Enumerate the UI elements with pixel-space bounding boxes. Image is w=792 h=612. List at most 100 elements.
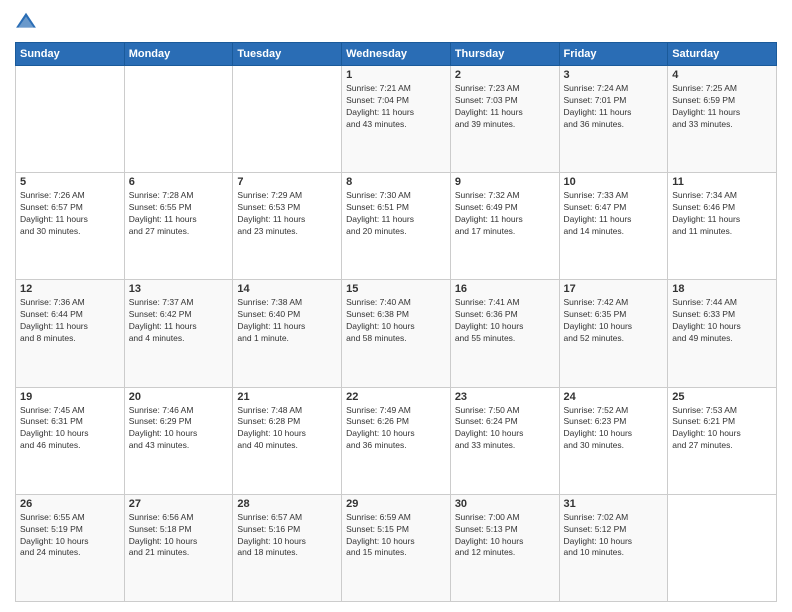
calendar-cell: 26 Sunrise: 6:55 AM Sunset: 5:19 PM Dayli… — [16, 494, 125, 601]
calendar-week-2: 12Sunrise: 7:36 AM Sunset: 6:44 PM Dayli… — [16, 280, 777, 387]
calendar-cell: 30 Sunrise: 7:00 AM Sunset: 5:13 PM Dayli… — [450, 494, 559, 601]
day-number: 31 — [564, 498, 664, 510]
calendar-week-1: 5 Sunrise: 7:26 AM Sunset: 6:57 PM Daylig… — [16, 173, 777, 280]
day-info: Sunrise: 7:29 AM Sunset: 6:53 PM Dayligh… — [237, 190, 337, 238]
calendar-cell: 20 Sunrise: 7:46 AM Sunset: 6:29 PM Dayli… — [124, 387, 233, 494]
day-number: 26 — [20, 498, 120, 510]
day-info: Sunrise: 6:55 AM Sunset: 5:19 PM Dayligh… — [20, 512, 120, 560]
calendar-table: SundayMondayTuesdayWednesdayThursdayFrid… — [15, 42, 777, 602]
calendar-cell: 6 Sunrise: 7:28 AM Sunset: 6:55 PM Daylig… — [124, 173, 233, 280]
day-number: 13 — [129, 283, 229, 295]
day-number: 28 — [237, 498, 337, 510]
day-number: 6 — [129, 176, 229, 188]
calendar-cell: 5 Sunrise: 7:26 AM Sunset: 6:57 PM Daylig… — [16, 173, 125, 280]
day-header-tuesday: Tuesday — [233, 43, 342, 66]
day-number: 9 — [455, 176, 555, 188]
calendar-cell: 10Sunrise: 7:33 AM Sunset: 6:47 PM Dayli… — [559, 173, 668, 280]
day-info: Sunrise: 7:48 AM Sunset: 6:28 PM Dayligh… — [237, 405, 337, 453]
day-info: Sunrise: 7:30 AM Sunset: 6:51 PM Dayligh… — [346, 190, 446, 238]
calendar-cell — [16, 66, 125, 173]
day-info: Sunrise: 7:00 AM Sunset: 5:13 PM Dayligh… — [455, 512, 555, 560]
calendar-cell: 22 Sunrise: 7:49 AM Sunset: 6:26 PM Dayli… — [342, 387, 451, 494]
day-number: 24 — [564, 391, 664, 403]
day-info: Sunrise: 7:23 AM Sunset: 7:03 PM Dayligh… — [455, 83, 555, 131]
day-info: Sunrise: 7:21 AM Sunset: 7:04 PM Dayligh… — [346, 83, 446, 131]
day-number: 12 — [20, 283, 120, 295]
day-info: Sunrise: 6:57 AM Sunset: 5:16 PM Dayligh… — [237, 512, 337, 560]
day-info: Sunrise: 7:32 AM Sunset: 6:49 PM Dayligh… — [455, 190, 555, 238]
calendar-cell: 21 Sunrise: 7:48 AM Sunset: 6:28 PM Dayli… — [233, 387, 342, 494]
day-number: 15 — [346, 283, 446, 295]
day-info: Sunrise: 7:26 AM Sunset: 6:57 PM Dayligh… — [20, 190, 120, 238]
day-number: 17 — [564, 283, 664, 295]
day-number: 4 — [672, 69, 772, 81]
day-info: Sunrise: 6:56 AM Sunset: 5:18 PM Dayligh… — [129, 512, 229, 560]
calendar-cell — [668, 494, 777, 601]
day-number: 18 — [672, 283, 772, 295]
day-header-thursday: Thursday — [450, 43, 559, 66]
calendar-cell: 1 Sunrise: 7:21 AM Sunset: 7:04 PM Daylig… — [342, 66, 451, 173]
page: SundayMondayTuesdayWednesdayThursdayFrid… — [0, 0, 792, 612]
day-info: Sunrise: 7:44 AM Sunset: 6:33 PM Dayligh… — [672, 297, 772, 345]
calendar-cell: 2Sunrise: 7:23 AM Sunset: 7:03 PM Daylig… — [450, 66, 559, 173]
calendar-cell: 14 Sunrise: 7:38 AM Sunset: 6:40 PM Dayli… — [233, 280, 342, 387]
day-header-wednesday: Wednesday — [342, 43, 451, 66]
calendar-cell: 29 Sunrise: 6:59 AM Sunset: 5:15 PM Dayli… — [342, 494, 451, 601]
day-info: Sunrise: 7:49 AM Sunset: 6:26 PM Dayligh… — [346, 405, 446, 453]
calendar-week-0: 1 Sunrise: 7:21 AM Sunset: 7:04 PM Daylig… — [16, 66, 777, 173]
day-number: 23 — [455, 391, 555, 403]
day-number: 30 — [455, 498, 555, 510]
calendar-cell: 31Sunrise: 7:02 AM Sunset: 5:12 PM Dayli… — [559, 494, 668, 601]
calendar-cell — [124, 66, 233, 173]
calendar-cell: 24 Sunrise: 7:52 AM Sunset: 6:23 PM Dayli… — [559, 387, 668, 494]
header — [15, 10, 777, 34]
day-number: 22 — [346, 391, 446, 403]
day-info: Sunrise: 7:52 AM Sunset: 6:23 PM Dayligh… — [564, 405, 664, 453]
day-header-sunday: Sunday — [16, 43, 125, 66]
calendar-cell: 18 Sunrise: 7:44 AM Sunset: 6:33 PM Dayli… — [668, 280, 777, 387]
day-header-monday: Monday — [124, 43, 233, 66]
day-info: Sunrise: 7:37 AM Sunset: 6:42 PM Dayligh… — [129, 297, 229, 345]
day-number: 29 — [346, 498, 446, 510]
day-number: 21 — [237, 391, 337, 403]
day-number: 5 — [20, 176, 120, 188]
calendar-cell — [233, 66, 342, 173]
day-info: Sunrise: 7:41 AM Sunset: 6:36 PM Dayligh… — [455, 297, 555, 345]
day-info: Sunrise: 7:45 AM Sunset: 6:31 PM Dayligh… — [20, 405, 120, 453]
logo-icon — [15, 10, 37, 32]
calendar-cell: 13 Sunrise: 7:37 AM Sunset: 6:42 PM Dayli… — [124, 280, 233, 387]
day-number: 25 — [672, 391, 772, 403]
logo — [15, 10, 39, 34]
day-info: Sunrise: 7:38 AM Sunset: 6:40 PM Dayligh… — [237, 297, 337, 345]
day-info: Sunrise: 6:59 AM Sunset: 5:15 PM Dayligh… — [346, 512, 446, 560]
day-info: Sunrise: 7:53 AM Sunset: 6:21 PM Dayligh… — [672, 405, 772, 453]
calendar-cell: 9 Sunrise: 7:32 AM Sunset: 6:49 PM Daylig… — [450, 173, 559, 280]
day-info: Sunrise: 7:40 AM Sunset: 6:38 PM Dayligh… — [346, 297, 446, 345]
day-number: 27 — [129, 498, 229, 510]
day-info: Sunrise: 7:50 AM Sunset: 6:24 PM Dayligh… — [455, 405, 555, 453]
day-header-saturday: Saturday — [668, 43, 777, 66]
calendar-header-row: SundayMondayTuesdayWednesdayThursdayFrid… — [16, 43, 777, 66]
calendar-cell: 23 Sunrise: 7:50 AM Sunset: 6:24 PM Dayli… — [450, 387, 559, 494]
day-number: 14 — [237, 283, 337, 295]
day-number: 19 — [20, 391, 120, 403]
calendar-cell: 16 Sunrise: 7:41 AM Sunset: 6:36 PM Dayli… — [450, 280, 559, 387]
day-number: 11 — [672, 176, 772, 188]
day-number: 20 — [129, 391, 229, 403]
day-number: 1 — [346, 69, 446, 81]
day-info: Sunrise: 7:33 AM Sunset: 6:47 PM Dayligh… — [564, 190, 664, 238]
day-number: 3 — [564, 69, 664, 81]
day-info: Sunrise: 7:46 AM Sunset: 6:29 PM Dayligh… — [129, 405, 229, 453]
calendar-cell: 3Sunrise: 7:24 AM Sunset: 7:01 PM Daylig… — [559, 66, 668, 173]
day-info: Sunrise: 7:42 AM Sunset: 6:35 PM Dayligh… — [564, 297, 664, 345]
day-info: Sunrise: 7:25 AM Sunset: 6:59 PM Dayligh… — [672, 83, 772, 131]
calendar-cell: 11Sunrise: 7:34 AM Sunset: 6:46 PM Dayli… — [668, 173, 777, 280]
calendar-cell: 12Sunrise: 7:36 AM Sunset: 6:44 PM Dayli… — [16, 280, 125, 387]
day-number: 16 — [455, 283, 555, 295]
calendar-cell: 8Sunrise: 7:30 AM Sunset: 6:51 PM Daylig… — [342, 173, 451, 280]
calendar-cell: 27 Sunrise: 6:56 AM Sunset: 5:18 PM Dayli… — [124, 494, 233, 601]
day-number: 7 — [237, 176, 337, 188]
calendar-cell: 4 Sunrise: 7:25 AM Sunset: 6:59 PM Daylig… — [668, 66, 777, 173]
day-info: Sunrise: 7:28 AM Sunset: 6:55 PM Dayligh… — [129, 190, 229, 238]
day-header-friday: Friday — [559, 43, 668, 66]
